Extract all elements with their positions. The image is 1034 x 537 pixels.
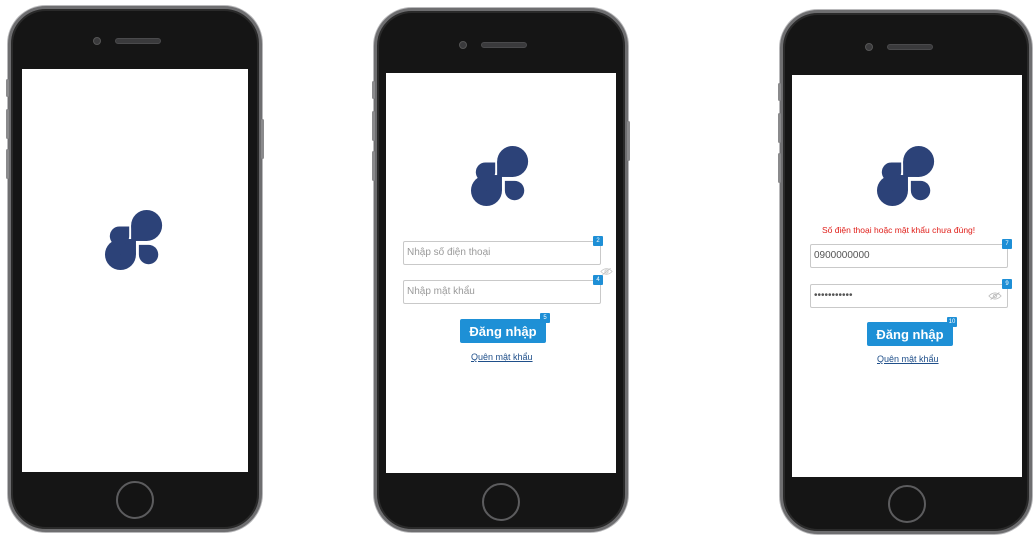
login-button[interactable]: Đăng nhập xyxy=(867,322,953,346)
app-logo xyxy=(104,209,163,271)
volume-button xyxy=(6,79,9,97)
phone-number-input[interactable]: Nhập số điện thoại xyxy=(403,241,601,265)
password-input[interactable]: ••••••••••• xyxy=(810,284,1008,308)
step-badge-phone: 7 xyxy=(1002,239,1012,249)
login-screen: Nhập số điện thoại 2 Nhập mật khẩu 4 Đăn… xyxy=(386,73,616,473)
volume-button xyxy=(778,153,781,183)
phone-frame-login-error: Số điện thoại hoặc mật khẩu chưa đúng! 0… xyxy=(778,10,1032,534)
phone-frame-login: Nhập số điện thoại 2 Nhập mật khẩu 4 Đăn… xyxy=(372,8,630,532)
home-button[interactable] xyxy=(482,483,520,521)
login-error-screen: Số điện thoại hoặc mật khẩu chưa đúng! 0… xyxy=(792,75,1022,477)
power-button xyxy=(261,119,264,159)
volume-button xyxy=(778,113,781,143)
earpiece-speaker xyxy=(115,38,161,44)
step-badge-password: 9 xyxy=(1002,279,1012,289)
app-logo xyxy=(470,145,529,207)
app-logo xyxy=(876,145,935,207)
volume-button xyxy=(6,109,9,139)
home-button[interactable] xyxy=(888,485,926,523)
volume-button xyxy=(6,149,9,179)
password-input[interactable]: Nhập mật khẩu xyxy=(403,280,601,304)
login-button[interactable]: Đăng nhập xyxy=(460,319,546,343)
show-password-icon[interactable] xyxy=(988,291,1002,301)
phone-frame-splash xyxy=(6,6,264,532)
front-camera xyxy=(459,41,467,49)
step-badge-login: 5 xyxy=(540,313,550,323)
volume-button xyxy=(778,83,781,101)
earpiece-speaker xyxy=(887,44,933,50)
step-badge-phone: 2 xyxy=(593,236,603,246)
volume-button xyxy=(372,151,375,181)
front-camera xyxy=(93,37,101,45)
step-badge-password: 4 xyxy=(593,275,603,285)
home-button[interactable] xyxy=(116,481,154,519)
error-message: Số điện thoại hoặc mật khẩu chưa đúng! xyxy=(822,225,976,235)
forgot-password-link[interactable]: Quên mật khẩu xyxy=(877,354,939,364)
phone-number-input[interactable]: 0900000000 xyxy=(810,244,1008,268)
power-button xyxy=(627,121,630,161)
forgot-password-link[interactable]: Quên mật khẩu xyxy=(471,352,533,362)
earpiece-speaker xyxy=(481,42,527,48)
front-camera xyxy=(865,43,873,51)
volume-button xyxy=(372,111,375,141)
splash-screen xyxy=(22,69,248,472)
volume-button xyxy=(372,81,375,99)
step-badge-login: 10 xyxy=(947,317,957,327)
